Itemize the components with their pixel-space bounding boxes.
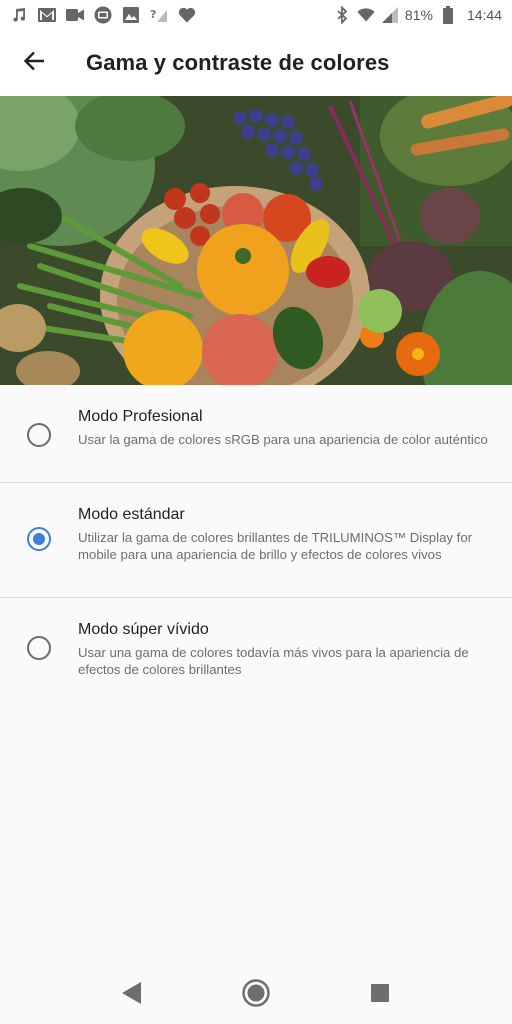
nav-home-button[interactable]	[236, 975, 276, 1015]
color-mode-options: Modo Profesional Usar la gama de colores…	[0, 385, 512, 696]
radio-selected-dot	[33, 533, 45, 545]
image-icon	[122, 6, 140, 24]
wifi-icon	[357, 6, 375, 24]
battery-percent: 81%	[404, 7, 433, 23]
option-description: Utilizar la gama de colores brillantes d…	[78, 530, 473, 562]
nav-recents-icon	[370, 983, 390, 1008]
option-title: Modo Profesional	[78, 408, 203, 425]
back-button[interactable]	[4, 35, 64, 91]
option-modo-profesional[interactable]: Modo Profesional Usar la gama de colores…	[0, 385, 512, 483]
app-bar: Gama y contraste de colores	[0, 30, 512, 96]
nav-back-icon	[121, 981, 143, 1010]
tv-icon	[94, 6, 112, 24]
nav-recents-button[interactable]	[360, 975, 400, 1015]
cell-signal-icon	[381, 6, 399, 24]
clock: 14:44	[466, 7, 502, 23]
nav-home-icon	[242, 978, 270, 1012]
battery-icon	[439, 6, 457, 24]
status-bar: ? 81% 14:44	[0, 0, 512, 30]
radio-button-estandar[interactable]	[27, 527, 51, 551]
navigation-bar	[0, 966, 512, 1024]
music-note-icon	[10, 6, 28, 24]
hero-vegetables-image	[0, 96, 512, 385]
option-description: Usar la gama de colores sRGB para una ap…	[78, 432, 488, 447]
status-system-icons: 81% 14:44	[333, 6, 502, 24]
status-notification-icons: ?	[10, 6, 196, 24]
no-signal-icon: ?	[150, 6, 168, 24]
gmail-icon	[38, 6, 56, 24]
radio-button-super-vivido[interactable]	[27, 636, 51, 660]
option-title: Modo estándar	[78, 506, 185, 523]
video-camera-icon	[66, 6, 84, 24]
option-description: Usar una gama de colores todavía más viv…	[78, 645, 469, 677]
heart-icon	[178, 6, 196, 24]
option-modo-super-vivido[interactable]: Modo súper vívido Usar una gama de color…	[0, 598, 512, 696]
page-title: Gama y contraste de colores	[86, 50, 390, 75]
radio-button-profesional[interactable]	[27, 423, 51, 447]
option-modo-estandar[interactable]: Modo estándar Utilizar la gama de colore…	[0, 483, 512, 598]
svg-text:?: ?	[150, 8, 156, 21]
arrow-back-icon	[23, 50, 45, 77]
bluetooth-icon	[333, 6, 351, 24]
nav-back-button[interactable]	[112, 975, 152, 1015]
option-title: Modo súper vívido	[78, 621, 209, 638]
